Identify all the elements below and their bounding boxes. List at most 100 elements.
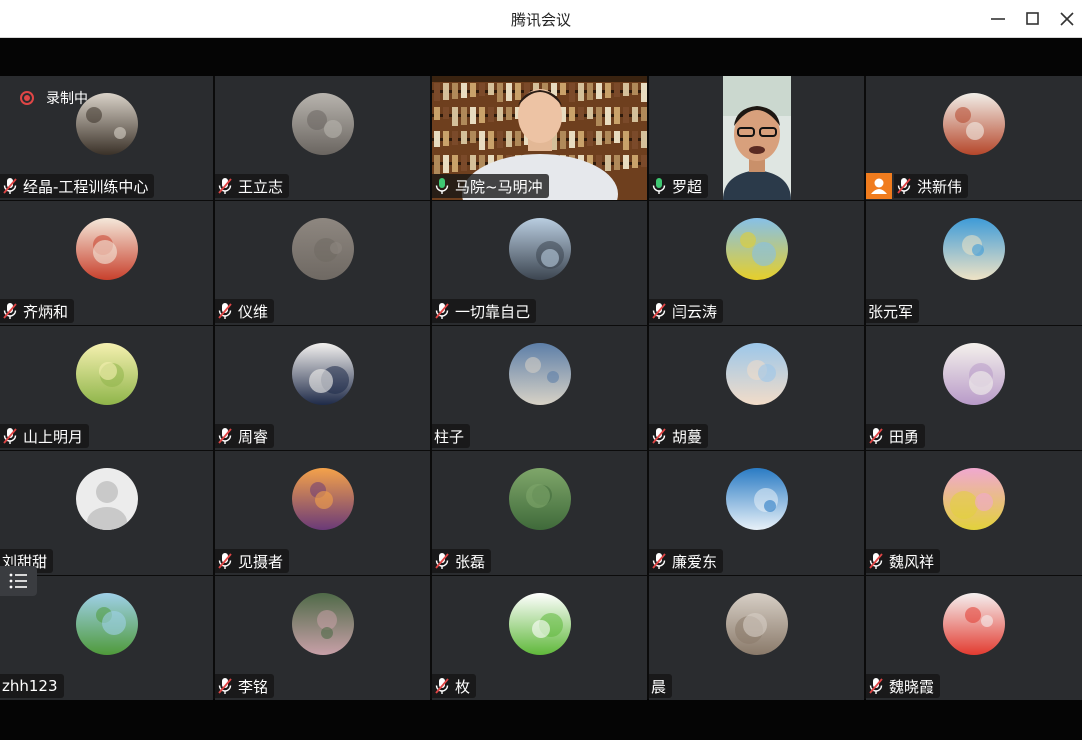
- participant-name: 柱子: [434, 427, 465, 446]
- close-icon[interactable]: [1057, 9, 1077, 29]
- participant-nameplate: 闫云涛: [649, 299, 724, 323]
- participant-name: 一切靠自己: [455, 302, 531, 321]
- participant-nameplate: 魏风祥: [866, 549, 941, 573]
- participant-tile[interactable]: 魏风祥: [866, 451, 1082, 575]
- avatar: [508, 218, 571, 280]
- participant-name: 王立志: [238, 177, 284, 196]
- mic-icon: [435, 178, 449, 194]
- participant-nameplate: 王立志: [215, 174, 290, 198]
- mic-muted-icon: [218, 178, 232, 194]
- avatar: [725, 593, 788, 655]
- participant-tile[interactable]: 枚: [432, 576, 647, 700]
- avatar: [291, 593, 354, 655]
- avatar: [943, 343, 1005, 405]
- participant-tile[interactable]: 仪维: [215, 201, 430, 325]
- participant-nameplate: 马院~马明冲: [432, 174, 549, 198]
- participant-nameplate: 胡蔓: [649, 424, 709, 448]
- participant-nameplate: 山上明月: [0, 424, 90, 448]
- participant-tile[interactable]: 廉爱东: [649, 451, 864, 575]
- mic-muted-icon: [3, 428, 17, 444]
- avatar: [508, 343, 571, 405]
- participant-nameplate: 李铭: [215, 674, 275, 698]
- mic-muted-icon: [652, 303, 666, 319]
- list-icon: [9, 573, 27, 589]
- participant-name: 经晶-工程训练中心: [23, 177, 149, 196]
- participant-nameplate: 罗超: [649, 174, 709, 198]
- recording-label: 录制中: [46, 91, 88, 107]
- participant-name: 廉爱东: [672, 552, 718, 571]
- mic-muted-icon: [218, 553, 232, 569]
- participant-name: 李铭: [238, 677, 269, 696]
- participant-name: 魏晓霞: [889, 677, 935, 696]
- participant-name: 张磊: [455, 552, 486, 571]
- mic-muted-icon: [652, 553, 666, 569]
- participant-nameplate: 田勇: [866, 424, 926, 448]
- maximize-icon[interactable]: [1023, 9, 1043, 29]
- mic-muted-icon: [435, 553, 449, 569]
- title-bar: 腾讯会议: [0, 0, 1082, 38]
- avatar: [291, 93, 354, 155]
- participant-tile[interactable]: 田勇: [866, 326, 1082, 450]
- avatar: [943, 593, 1005, 655]
- participant-tile[interactable]: 齐炳和: [0, 201, 213, 325]
- participant-tile[interactable]: 胡蔓: [649, 326, 864, 450]
- participant-nameplate: 一切靠自己: [432, 299, 537, 323]
- participant-name: 齐炳和: [23, 302, 69, 321]
- mic-muted-icon: [435, 303, 449, 319]
- participant-name: 闫云涛: [672, 302, 718, 321]
- participant-name: 胡蔓: [672, 427, 703, 446]
- participant-tile[interactable]: 李铭: [215, 576, 430, 700]
- participant-tile[interactable]: 罗超: [649, 76, 864, 200]
- avatar: [291, 218, 354, 280]
- participant-name: zhh123: [2, 677, 58, 695]
- participant-name: 见摄者: [238, 552, 284, 571]
- mic-muted-icon: [869, 678, 883, 694]
- window-title: 腾讯会议: [510, 11, 571, 29]
- participant-nameplate: 洪新伟: [894, 174, 969, 198]
- participant-name: 田勇: [889, 427, 920, 446]
- participant-tile[interactable]: 洪新伟: [866, 76, 1082, 200]
- avatar: [725, 468, 788, 530]
- participant-name: 山上明月: [23, 427, 84, 446]
- participant-nameplate: 魏晓霞: [866, 674, 941, 698]
- participant-name: 张元军: [868, 302, 914, 321]
- participant-tile[interactable]: 一切靠自己: [432, 201, 647, 325]
- participant-tile[interactable]: 见摄者: [215, 451, 430, 575]
- participant-tile[interactable]: 山上明月: [0, 326, 213, 450]
- participant-nameplate: 张磊: [432, 549, 492, 573]
- mic-muted-icon: [652, 428, 666, 444]
- participant-name: 马院~马明冲: [455, 177, 543, 196]
- participant-tile[interactable]: 张磊: [432, 451, 647, 575]
- avatar: [75, 218, 138, 280]
- participant-name: 晨: [651, 677, 667, 696]
- top-black-bar: [0, 38, 1082, 76]
- participant-nameplate: 张元军: [866, 299, 920, 323]
- mic-muted-icon: [897, 178, 911, 194]
- participant-name: 罗超: [672, 177, 703, 196]
- avatar: [508, 593, 571, 655]
- avatar: [75, 593, 138, 655]
- participant-tile[interactable]: 刘甜甜: [0, 451, 213, 575]
- participant-tile[interactable]: 张元军: [866, 201, 1082, 325]
- participant-nameplate: 周睿: [215, 424, 275, 448]
- avatar: [291, 468, 354, 530]
- participant-name: 枚: [455, 677, 471, 696]
- participant-name: 洪新伟: [917, 177, 963, 196]
- minimize-icon[interactable]: [988, 9, 1008, 29]
- participant-nameplate: 廉爱东: [649, 549, 724, 573]
- participant-tile[interactable]: 周睿: [215, 326, 430, 450]
- participant-name: 周睿: [238, 427, 269, 446]
- mic-muted-icon: [3, 178, 17, 194]
- participant-tile[interactable]: 柱子: [432, 326, 647, 450]
- bottom-black-bar: [0, 699, 1082, 740]
- participant-tile[interactable]: 王立志: [215, 76, 430, 200]
- member-list-button[interactable]: [0, 566, 37, 596]
- mic-muted-icon: [869, 428, 883, 444]
- participant-tile[interactable]: 闫云涛: [649, 201, 864, 325]
- avatar: [291, 343, 354, 405]
- avatar: [75, 343, 138, 405]
- participant-tile[interactable]: 马院~马明冲: [432, 76, 647, 200]
- participant-tile[interactable]: 魏晓霞: [866, 576, 1082, 700]
- participant-tile[interactable]: 晨: [649, 576, 864, 700]
- mic-muted-icon: [218, 428, 232, 444]
